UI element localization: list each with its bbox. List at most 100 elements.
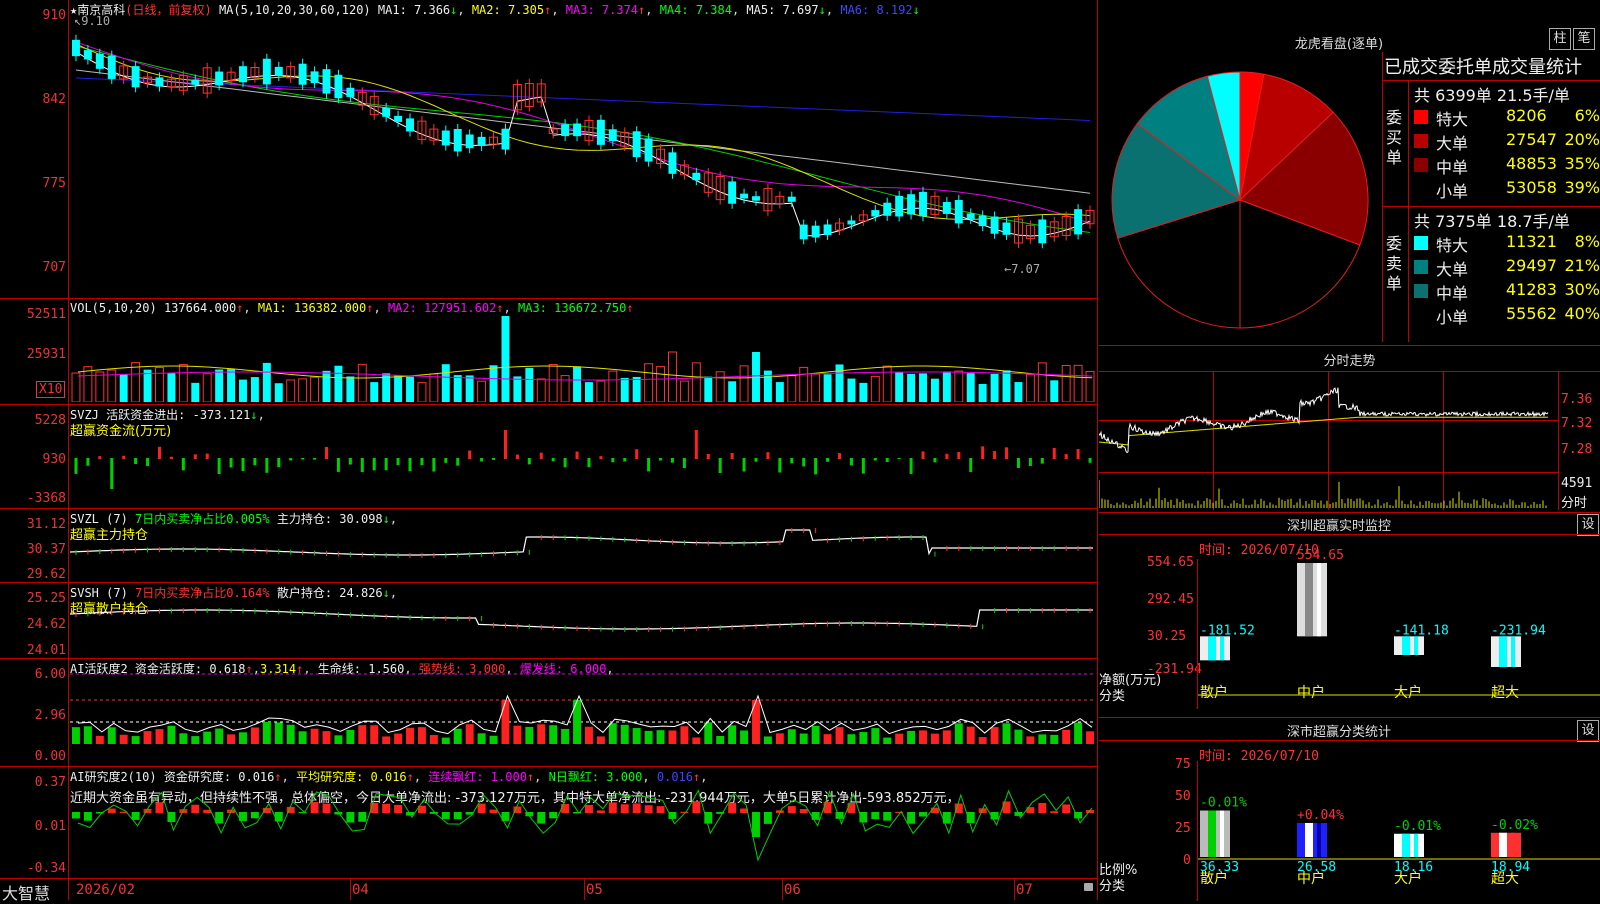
candle-body-down (799, 224, 808, 240)
candlestick-chart[interactable] (70, 18, 1096, 294)
research-bar (561, 803, 570, 813)
y-tick: 2.96 (34, 708, 66, 723)
intraday-pane[interactable]: 7.36 7.32 7.28 4591 分时 (1099, 371, 1600, 512)
research-bar (799, 809, 808, 813)
research-bar (274, 812, 283, 822)
volume-bar-down (990, 373, 999, 402)
active-bar (417, 727, 426, 744)
research-bar (394, 804, 403, 813)
brand-logo[interactable]: 大智慧 (2, 880, 50, 904)
period-label[interactable]: (日线，前复权) (125, 3, 211, 17)
volume-bar-up (739, 365, 749, 402)
category-bar-highlight (1414, 833, 1418, 857)
volume-bar-up (644, 363, 654, 402)
category-label: 散户 (1200, 684, 1228, 701)
order-type: 中单 (1436, 158, 1469, 177)
volume-bar-up (95, 371, 105, 402)
active-bar (1014, 729, 1023, 744)
candle-body-down (907, 194, 916, 215)
category-bar-highlight (1499, 636, 1507, 667)
fund-flow-bar (241, 458, 245, 471)
fund-flow-bar (181, 458, 185, 471)
ma4-value: MA4: 7.384 (659, 3, 732, 17)
fund-flow-bar (897, 458, 901, 460)
retail-holding-chart[interactable] (70, 596, 1096, 656)
volume-bar-up (882, 365, 892, 402)
fund-flow-bar (336, 458, 340, 472)
fund-flow-bar (635, 449, 639, 459)
bar-mode-button[interactable]: 柱 (1549, 28, 1571, 50)
pane-divider (0, 508, 1098, 509)
main-chart-header: ★南京高科(日线，前复权) MA(5,10,20,30,60,120) MA1:… (70, 3, 920, 17)
ma-line-2 (75, 69, 1091, 194)
sz-class-settings-button[interactable]: 设 (1577, 720, 1599, 742)
fund-flow-bar (98, 456, 102, 459)
fund-flow-bar (110, 458, 114, 489)
main-holding-chart[interactable] (70, 522, 1096, 580)
volume-bar-down (167, 372, 176, 402)
active-bar (203, 731, 212, 744)
fund-flow-bar (205, 453, 209, 459)
lock-icon[interactable] (1084, 883, 1093, 891)
fund-flow-bar (325, 446, 328, 459)
ai-research-chart[interactable] (70, 780, 1096, 876)
volume-bar-up (477, 380, 487, 402)
sz-monitor-title: 深圳超赢实时监控 (1286, 519, 1391, 534)
order-percent: 20% (1564, 130, 1600, 149)
pen-mode-button[interactable]: 笔 (1573, 28, 1595, 50)
category-label: 大户 (1394, 684, 1422, 701)
order-type: 大单 (1436, 260, 1469, 279)
svsh-y-axis: 25.25 24.62 24.01 (0, 583, 66, 658)
order-percent: 39% (1564, 178, 1600, 197)
candle-body-down (72, 39, 80, 57)
sz-monitor-pane[interactable]: 时间: 2026/07/10 554.65 292.45 30.25 -231.… (1099, 534, 1600, 717)
volume-bar-down (847, 378, 856, 402)
fund-flow-chart[interactable] (70, 420, 1096, 506)
fund-flow-bar (861, 458, 865, 474)
category-bar-highlight (1208, 810, 1216, 857)
volume-bar-up (811, 373, 821, 402)
color-swatch (1414, 260, 1428, 274)
active-bar (95, 735, 104, 744)
candle-body-down (239, 66, 247, 83)
research-bar (632, 803, 641, 813)
volume-chart[interactable] (70, 312, 1096, 402)
research-bar (322, 803, 331, 813)
candle-body-down (382, 107, 391, 117)
active-bar (537, 724, 546, 744)
x-tick: 06 (784, 882, 801, 898)
y-tick: 7.36 (1561, 392, 1593, 407)
dragon-tiger-title: 龙虎看盘(逐单) (1294, 37, 1384, 52)
fund-flow-bar (933, 458, 937, 463)
fund-flow-bar (838, 453, 841, 459)
active-bar (966, 726, 975, 744)
sz-monitor-settings-button[interactable]: 设 (1577, 514, 1599, 536)
candle-body-down (322, 69, 331, 94)
candle-body-down (668, 152, 677, 174)
left-chart-area[interactable]: 910 842 775 707 ★南京高科(日线，前复权) MA(5,10,20… (0, 0, 1098, 903)
fund-flow-bar (981, 446, 985, 459)
volume-bar-down (585, 382, 593, 402)
volume-bar-down (191, 382, 200, 402)
volume-bar-down (930, 378, 939, 402)
fund-flow-bar (563, 458, 567, 468)
fund-flow-bar (993, 451, 997, 459)
order-pie-chart[interactable] (1107, 64, 1373, 336)
ai-active-y-axis: 6.00 2.96 0.00 (0, 659, 66, 766)
fund-flow-bar (957, 451, 961, 459)
active-bar (215, 728, 224, 744)
value-label: -231.94 (1491, 623, 1546, 638)
active-bar (596, 736, 605, 744)
sz-class-bar-chart[interactable]: 散户 中户 大户 超大36.33 26.58 18.16 18.94-0.01%+0.04%… (1198, 741, 1600, 901)
fund-flow-bar (480, 458, 484, 462)
sz-class-pane[interactable]: 时间: 2026/07/10 75 50 25 0 比例% 分类 散户 中户 大户超… (1099, 740, 1600, 901)
volume-bar-up (178, 364, 188, 402)
ai-active-chart[interactable] (70, 672, 1096, 764)
value-label: 26.58 (1297, 860, 1336, 875)
sz-net-flow-bar-chart[interactable]: 散户 中户 大户 超大 -181.52 554.65 -141.18 -231.94 (1198, 535, 1600, 717)
intraday-line-chart[interactable] (1099, 372, 1558, 508)
active-bar (286, 724, 295, 744)
fund-flow-bar (468, 450, 472, 459)
color-swatch (1414, 182, 1428, 196)
volume-bar-up (286, 379, 296, 402)
